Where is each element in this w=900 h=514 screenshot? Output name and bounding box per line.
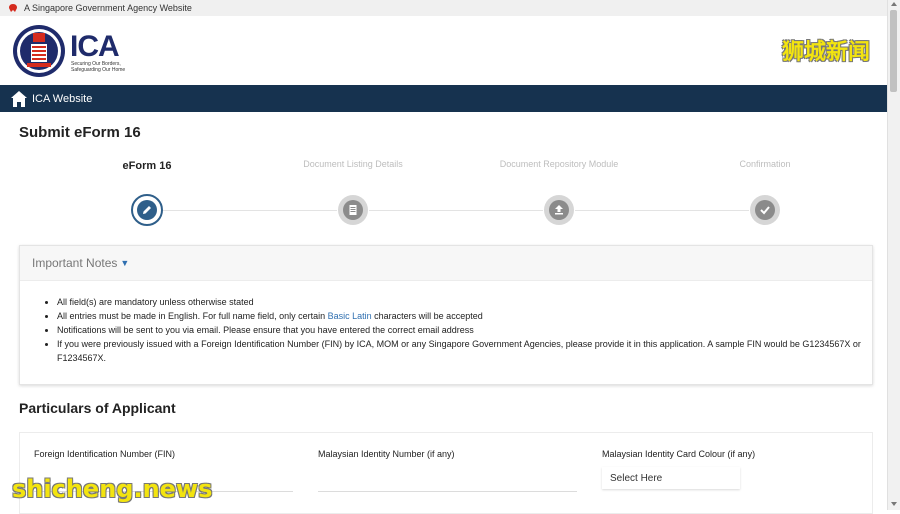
scroll-up-icon[interactable] [891, 2, 897, 6]
step-label-confirmation: Confirmation [739, 159, 791, 169]
note-item: Notifications will be sent to you via em… [57, 323, 872, 337]
malaysian-id-label: Malaysian Identity Number (if any) [318, 449, 455, 459]
step-connector [163, 210, 337, 211]
page-title: Submit eForm 16 [19, 124, 141, 141]
site-header: ICA Securing Our Borders, Safeguarding O… [0, 16, 888, 85]
card-colour-select[interactable]: Select Here [602, 467, 740, 489]
step-document-repository[interactable] [544, 195, 574, 225]
logo-tagline: Securing Our Borders, Safeguarding Our H… [71, 61, 126, 73]
page-scrollbar[interactable] [887, 0, 900, 510]
lion-head-icon [9, 4, 17, 12]
chevron-down-icon[interactable]: ▼ [120, 258, 129, 268]
important-notes-list: All field(s) are mandatory unless otherw… [20, 295, 872, 365]
step-document-listing[interactable] [338, 195, 368, 225]
step-label-document-repository: Document Repository Module [499, 159, 619, 169]
step-label-document-listing: Document Listing Details [303, 159, 403, 169]
home-icon[interactable] [10, 90, 28, 108]
malaysian-id-input[interactable] [318, 469, 577, 492]
pencil-icon [143, 206, 151, 214]
government-agency-bar: A Singapore Government Agency Website [0, 0, 888, 16]
step-connector [369, 210, 543, 211]
watermark-english: shicheng.news [12, 475, 213, 503]
note-text: characters will be accepted [371, 311, 483, 321]
important-notes-toggle[interactable]: Important Notes ▼ [20, 246, 872, 281]
check-icon [760, 206, 770, 215]
important-notes-title[interactable]: Important Notes [32, 256, 117, 270]
note-item: All field(s) are mandatory unless otherw… [57, 295, 872, 309]
section-title-applicant: Particulars of Applicant [19, 400, 176, 416]
step-connector [575, 210, 749, 211]
basic-latin-link[interactable]: Basic Latin [328, 311, 372, 321]
step-eform16[interactable] [131, 194, 163, 226]
important-notes-card: Important Notes ▼ All field(s) are manda… [19, 245, 873, 385]
card-colour-label: Malaysian Identity Card Colour (if any) [602, 449, 756, 459]
main-navbar: ICA Website [0, 85, 888, 112]
watermark-chinese: 狮城新闻 [781, 40, 870, 65]
ica-logo-text[interactable]: ICA [70, 30, 120, 64]
note-item: If you were previously issued with a For… [57, 337, 872, 365]
ica-crest-logo[interactable] [12, 24, 66, 78]
scroll-down-icon[interactable] [891, 502, 897, 506]
fin-label: Foreign Identification Number (FIN) [34, 449, 176, 459]
step-label-eform16: eForm 16 [122, 160, 172, 172]
ica-website-link[interactable]: ICA Website [32, 93, 92, 105]
note-text: All entries must be made in English. For… [57, 311, 328, 321]
upload-icon [555, 205, 563, 215]
note-item: All entries must be made in English. For… [57, 309, 872, 323]
scrollbar-thumb[interactable] [890, 10, 897, 92]
step-confirmation[interactable] [750, 195, 780, 225]
document-list-icon [349, 205, 357, 215]
government-agency-text: A Singapore Government Agency Website [24, 3, 192, 13]
